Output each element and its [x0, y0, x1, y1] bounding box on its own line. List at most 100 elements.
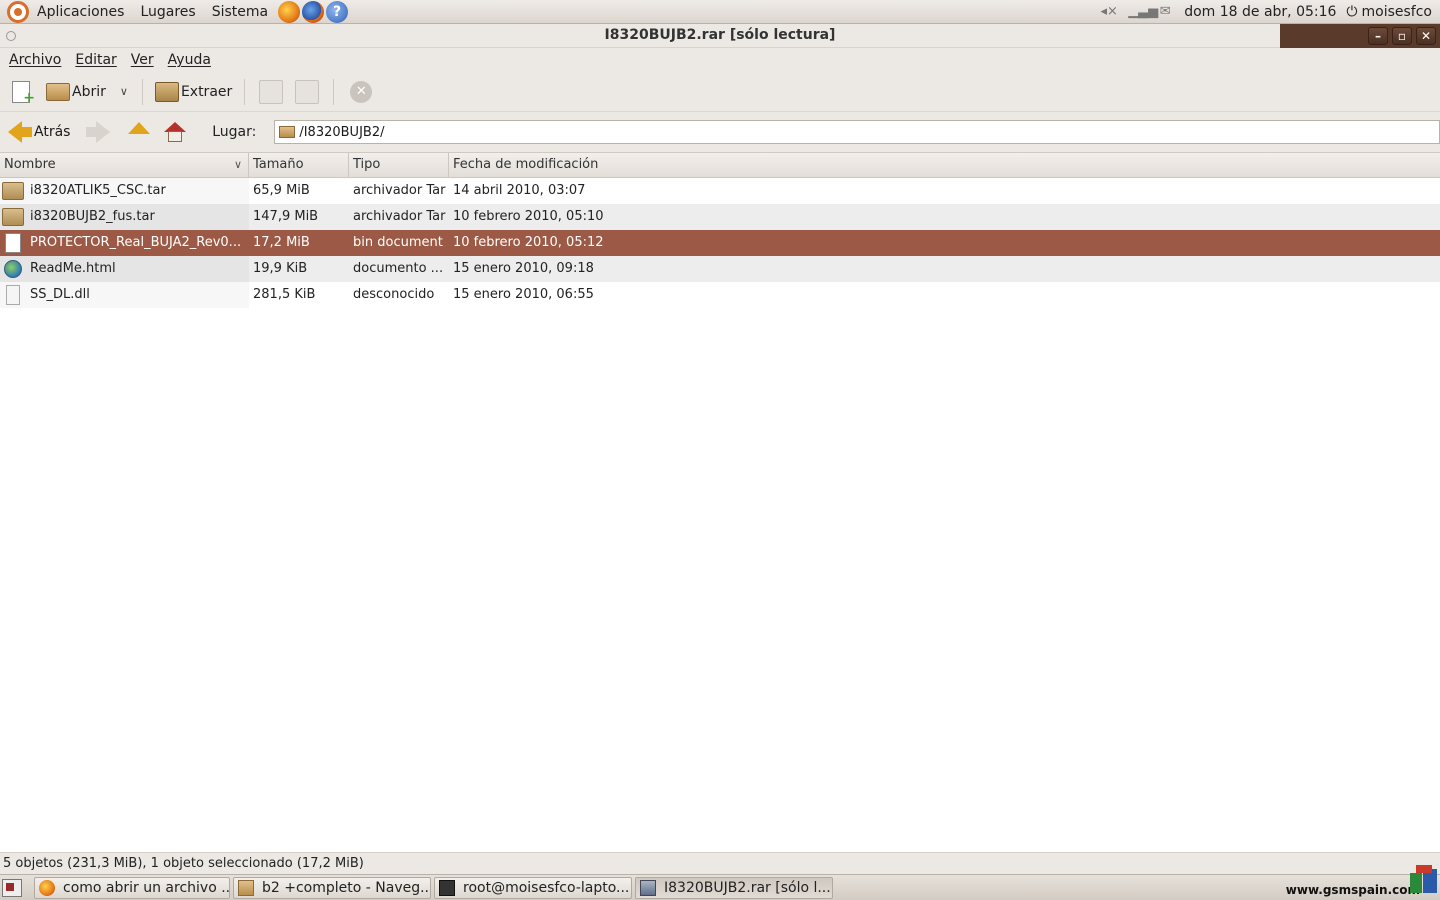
open-button[interactable]: Abrir: [42, 76, 110, 108]
menubar: Archivo Editar Ver Ayuda: [0, 48, 1440, 72]
firefox-icon[interactable]: [278, 0, 301, 23]
menu-lugares[interactable]: Lugares: [132, 0, 203, 24]
back-button[interactable]: Atrás: [8, 121, 70, 143]
task-label: como abrir un archivo ...: [63, 879, 230, 896]
forward-button[interactable]: [70, 121, 111, 143]
task-file-browser[interactable]: b2 +completo - Naveg...: [233, 876, 431, 899]
watermark: www.gsmspain.com: [1285, 883, 1420, 897]
menu-aplicaciones[interactable]: Aplicaciones: [29, 0, 132, 24]
user-name[interactable]: moisesfco: [1362, 4, 1433, 20]
file-type: documento ...: [353, 261, 444, 276]
location-path: /I8320BUJB2/: [299, 124, 385, 140]
toolbar-separator: [141, 78, 143, 105]
file-date: 15 enero 2010, 09:18: [453, 261, 594, 276]
ubuntu-logo-icon[interactable]: [7, 0, 29, 23]
folder-open-icon: [46, 82, 70, 101]
add-folder-icon[interactable]: [295, 79, 320, 104]
chevron-down-icon: ∨: [233, 158, 242, 171]
table-row-selected[interactable]: PROTECTOR_Real_BUJA2_Rev0... 17,2 MiB bi…: [0, 230, 1440, 256]
file-type: bin document: [353, 235, 443, 250]
minimize-button[interactable]: –: [1368, 27, 1388, 45]
file-size: 281,5 KiB: [253, 287, 316, 302]
column-header-date[interactable]: Fecha de modificación: [449, 153, 1440, 177]
window-titlebar[interactable]: I8320BUJB2.rar [sólo lectura] – ▫ ✕: [0, 24, 1440, 48]
menu-sistema[interactable]: Sistema: [204, 0, 276, 24]
network-signal-icon[interactable]: ▁▃▅: [1128, 4, 1158, 19]
unknown-file-icon: [6, 285, 20, 305]
task-terminal[interactable]: root@moisesfco-lapto...: [434, 876, 632, 899]
menu-ayuda[interactable]: Ayuda: [161, 52, 218, 68]
task-label: I8320BUJB2.rar [sólo l...: [664, 879, 831, 896]
status-bar: 5 objetos (231,3 MiB), 1 objeto seleccio…: [0, 852, 1440, 874]
archive-icon: [2, 182, 24, 200]
show-desktop-icon[interactable]: [2, 878, 22, 897]
archive-icon: [2, 208, 24, 226]
close-button[interactable]: ✕: [1416, 27, 1436, 45]
file-size: 19,9 KiB: [253, 261, 308, 276]
extract-icon: [154, 81, 179, 102]
toolbar-separator: [244, 78, 246, 105]
task-label: root@moisesfco-lapto...: [463, 879, 630, 896]
column-header-name[interactable]: Nombre ∨: [0, 153, 249, 177]
add-files-icon[interactable]: [259, 79, 284, 104]
file-name: i8320BUJB2_fus.tar: [30, 209, 155, 224]
up-arrow-icon[interactable]: [128, 122, 151, 134]
back-arrow-tail: [22, 127, 32, 137]
power-icon[interactable]: ⏻: [1346, 4, 1357, 20]
extract-label: Extraer: [180, 83, 233, 100]
html-globe-icon: [4, 260, 22, 278]
back-label: Atrás: [34, 124, 71, 140]
clock[interactable]: dom 18 de abr, 05:16: [1184, 4, 1336, 20]
forward-arrow-icon: [96, 121, 111, 143]
volume-muted-icon[interactable]: ◂×: [1100, 4, 1118, 19]
archive-manager-icon: [640, 879, 656, 896]
help-icon[interactable]: ?: [326, 0, 349, 23]
menu-ver[interactable]: Ver: [124, 52, 161, 68]
watermark-cube-icon: [1410, 865, 1438, 895]
file-list[interactable]: Nombre ∨ Tamaño Tipo Fecha de modificaci…: [0, 152, 1440, 852]
file-size: 65,9 MiB: [253, 183, 310, 198]
toolbar-separator: [333, 78, 335, 105]
file-date: 10 febrero 2010, 05:12: [453, 235, 604, 250]
new-file-icon: [12, 80, 35, 106]
top-panel: Aplicaciones Lugares Sistema ? ◂× ▁▃▅ ✉ …: [0, 0, 1440, 24]
file-type: archivador Tar: [353, 209, 446, 224]
file-type: archivador Tar: [353, 183, 446, 198]
home-icon[interactable]: [164, 122, 187, 142]
new-archive-button[interactable]: [6, 76, 42, 108]
maximize-button[interactable]: ▫: [1392, 27, 1412, 45]
document-icon: [5, 233, 21, 253]
file-name: i8320ATLIK5_CSC.tar: [30, 183, 166, 198]
menu-archivo[interactable]: Archivo: [2, 52, 68, 68]
folder-icon: [238, 879, 254, 896]
location-input[interactable]: /I8320BUJB2/: [274, 120, 1440, 144]
toolbar: Abrir ∨ Extraer ✕: [0, 72, 1440, 112]
stop-icon[interactable]: ✕: [350, 80, 373, 103]
task-firefox[interactable]: como abrir un archivo ...: [34, 876, 230, 899]
forward-arrow-tail: [86, 127, 97, 137]
menu-editar[interactable]: Editar: [68, 52, 123, 68]
file-size: 147,9 MiB: [253, 209, 319, 224]
table-row[interactable]: i8320BUJB2_fus.tar 147,9 MiB archivador …: [0, 204, 1440, 230]
chevron-down-icon[interactable]: ∨: [120, 85, 128, 98]
terminal-icon: [439, 879, 455, 896]
location-bar: Atrás Lugar: /I8320BUJB2/: [0, 112, 1440, 152]
list-header: Nombre ∨ Tamaño Tipo Fecha de modificaci…: [0, 153, 1440, 178]
panel-menu: Aplicaciones Lugares Sistema ?: [0, 0, 349, 24]
file-date: 15 enero 2010, 06:55: [453, 287, 594, 302]
file-name: PROTECTOR_Real_BUJA2_Rev0...: [30, 235, 242, 250]
open-label: Abrir: [72, 83, 106, 100]
taskbar: como abrir un archivo ... b2 +completo -…: [0, 865, 1440, 900]
column-header-size[interactable]: Tamaño: [249, 153, 349, 177]
extract-button[interactable]: Extraer: [151, 76, 236, 108]
window-controls: – ▫ ✕: [1280, 24, 1440, 48]
table-row[interactable]: i8320ATLIK5_CSC.tar 65,9 MiB archivador …: [0, 178, 1440, 204]
mail-icon[interactable]: ✉: [1156, 4, 1174, 19]
column-header-type[interactable]: Tipo: [349, 153, 449, 177]
firefox-alt-icon[interactable]: [302, 0, 325, 23]
table-row[interactable]: ReadMe.html 19,9 KiB documento ... 15 en…: [0, 256, 1440, 282]
file-type: desconocido: [353, 287, 435, 302]
table-row[interactable]: SS_DL.dll 281,5 KiB desconocido 15 enero…: [0, 282, 1440, 308]
system-tray: ◂× ▁▃▅ ✉ dom 18 de abr, 05:16 ⏻ moisesfc…: [1100, 0, 1440, 24]
task-archive-manager[interactable]: I8320BUJB2.rar [sólo l...: [635, 876, 833, 899]
